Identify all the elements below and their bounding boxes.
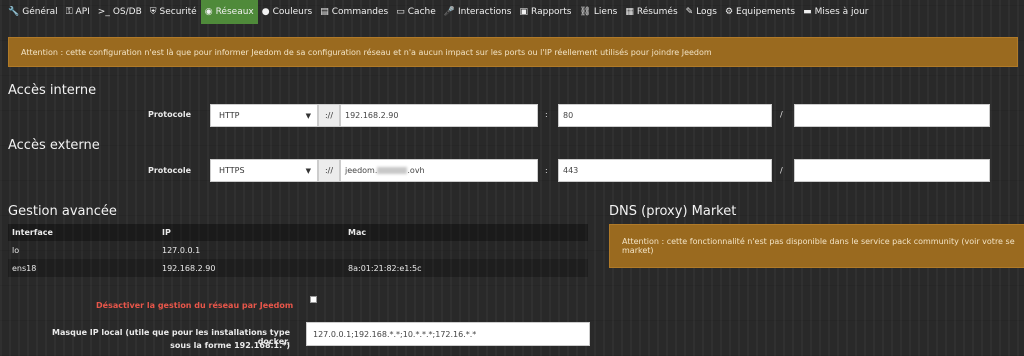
- shield-icon: ⛨: [149, 7, 157, 17]
- tab-label: Résumés: [636, 7, 678, 17]
- tab-interactions[interactable]: 🎤 Interactions: [440, 0, 516, 24]
- scheme-separator: ://: [318, 104, 340, 127]
- advanced-title: Gestion avancée: [8, 204, 117, 219]
- external-protocol-select[interactable]: HTTPS ▼: [210, 159, 318, 182]
- tab-mises-a-jour[interactable]: ▬ Mises à jour: [799, 0, 872, 24]
- tab-label: Général: [22, 7, 58, 17]
- table-cell: lo: [8, 241, 158, 259]
- settings-tabs: 🔧 Général ⚿ API >_ OS/DB ⛨ Securité ◉ Réseaux…: [0, 0, 1024, 24]
- mask-label-line2: sous la forme 192.168.1.*): [170, 341, 290, 350]
- tab-label: Cache: [407, 7, 436, 17]
- tab-rapports[interactable]: ▣ Rapports: [516, 0, 576, 24]
- hdd-icon: ▭: [396, 7, 405, 17]
- tab-commandes[interactable]: ▤ Commandes: [316, 0, 392, 24]
- address-suffix: .ovh: [407, 166, 425, 175]
- report-icon: ▣: [519, 7, 529, 17]
- cog-icon: ⚙: [724, 7, 734, 17]
- port-separator: :: [545, 110, 548, 119]
- rss-icon: ◉: [204, 7, 213, 17]
- internal-path-input[interactable]: [794, 104, 990, 127]
- tab-equipements[interactable]: ⚙ Equipements: [721, 0, 799, 24]
- dns-market-alert: Attention : cette fonctionnalité n'est p…: [609, 224, 1024, 268]
- table-cell: ens18: [8, 259, 158, 277]
- internal-protocol-select[interactable]: HTTP ▼: [210, 104, 318, 127]
- tab-logs[interactable]: ✎ Logs: [682, 0, 721, 24]
- tab-liens[interactable]: ⛓ Liens: [575, 0, 621, 24]
- external-protocol-label: Protocole: [148, 166, 192, 175]
- tab-label: Couleurs: [272, 7, 313, 17]
- caret-down-icon: ▼: [305, 111, 311, 120]
- column-header: IP: [158, 224, 344, 241]
- tab-label: Logs: [696, 7, 717, 17]
- table-header-row: Interface IP Mac: [8, 224, 588, 241]
- key-icon: ⚿: [65, 7, 73, 17]
- terminal-icon: >_: [97, 7, 110, 17]
- dns-alert-line2: market): [622, 246, 654, 255]
- tab-label: Rapports: [531, 7, 572, 17]
- tab-reseaux[interactable]: ◉ Réseaux: [200, 0, 258, 24]
- internal-address-input[interactable]: 192.168.2.90: [340, 104, 538, 127]
- internal-protocol-value: HTTP: [219, 111, 240, 120]
- interfaces-table: Interface IP Mac lo 127.0.0.1 ens18 192.…: [8, 224, 588, 277]
- external-port-input[interactable]: 443: [558, 159, 772, 182]
- caret-down-icon: ▼: [305, 166, 311, 175]
- table-row: lo 127.0.0.1: [8, 241, 588, 259]
- table-cell: 127.0.0.1: [158, 241, 344, 259]
- address-prefix: jeedom.: [345, 166, 378, 175]
- tab-cache[interactable]: ▭ Cache: [392, 0, 440, 24]
- disable-network-label: Désactiver la gestion du réseau par Jeed…: [96, 301, 294, 310]
- tab-os-db[interactable]: >_ OS/DB: [94, 0, 146, 24]
- tab-label: Commandes: [331, 7, 389, 17]
- tab-general[interactable]: 🔧 Général: [4, 0, 62, 24]
- tab-label: Mises à jour: [814, 7, 869, 17]
- table-cell: 8a:01:21:82:e1:5c: [344, 259, 588, 277]
- drop-icon: ●: [261, 7, 270, 17]
- microphone-icon: 🎤: [443, 7, 455, 17]
- tab-label: Securité: [159, 7, 197, 17]
- redacted-blur: [377, 167, 408, 174]
- edit-icon: ✎: [685, 7, 694, 17]
- external-protocol-value: HTTPS: [219, 166, 245, 175]
- external-access-title: Accès externe: [8, 138, 100, 153]
- wrench-icon: 🔧: [8, 7, 20, 17]
- path-separator: /: [780, 166, 783, 175]
- tab-securite[interactable]: ⛨ Securité: [146, 0, 201, 24]
- internal-access-title: Accès interne: [8, 83, 97, 98]
- link-icon: ⛓: [579, 7, 591, 17]
- tab-label: Equipements: [736, 7, 796, 17]
- calendar-icon: ▤: [320, 7, 329, 17]
- external-address-input[interactable]: jeedom. .ovh: [340, 159, 538, 182]
- dns-alert-line1: Attention : cette fonctionnalité n'est p…: [622, 237, 1015, 246]
- tab-label: Interactions: [457, 7, 512, 17]
- tab-resumes[interactable]: ▦ Résumés: [621, 0, 681, 24]
- tab-api[interactable]: ⚿ API: [62, 0, 94, 24]
- local-ip-mask-input[interactable]: 127.0.0.1;192.168.*.*;10.*.*.*;172.16.*.…: [306, 322, 590, 346]
- table-cell: [344, 241, 588, 259]
- port-separator: :: [545, 166, 548, 175]
- tab-couleurs[interactable]: ● Couleurs: [258, 0, 317, 24]
- tab-label: OS/DB: [112, 7, 142, 17]
- tab-label: API: [75, 7, 90, 17]
- credit-card-icon: ▬: [803, 7, 812, 17]
- external-path-input[interactable]: [794, 159, 990, 182]
- path-separator: /: [780, 110, 783, 119]
- tab-label: Réseaux: [215, 7, 254, 17]
- column-header: Interface: [8, 224, 158, 241]
- table-row: ens18 192.168.2.90 8a:01:21:82:e1:5c: [8, 259, 588, 277]
- network-config-alert: Attention : cette configuration n'est là…: [8, 37, 1018, 67]
- column-header: Mac: [344, 224, 588, 241]
- tab-label: Liens: [593, 7, 618, 17]
- internal-port-input[interactable]: 80: [558, 104, 772, 127]
- dns-market-title: DNS (proxy) Market: [609, 204, 737, 219]
- disable-network-checkbox[interactable]: [310, 296, 317, 303]
- table-icon: ▦: [625, 7, 634, 17]
- scheme-separator: ://: [318, 159, 340, 182]
- internal-protocol-label: Protocole: [148, 110, 192, 119]
- table-cell: 192.168.2.90: [158, 259, 344, 277]
